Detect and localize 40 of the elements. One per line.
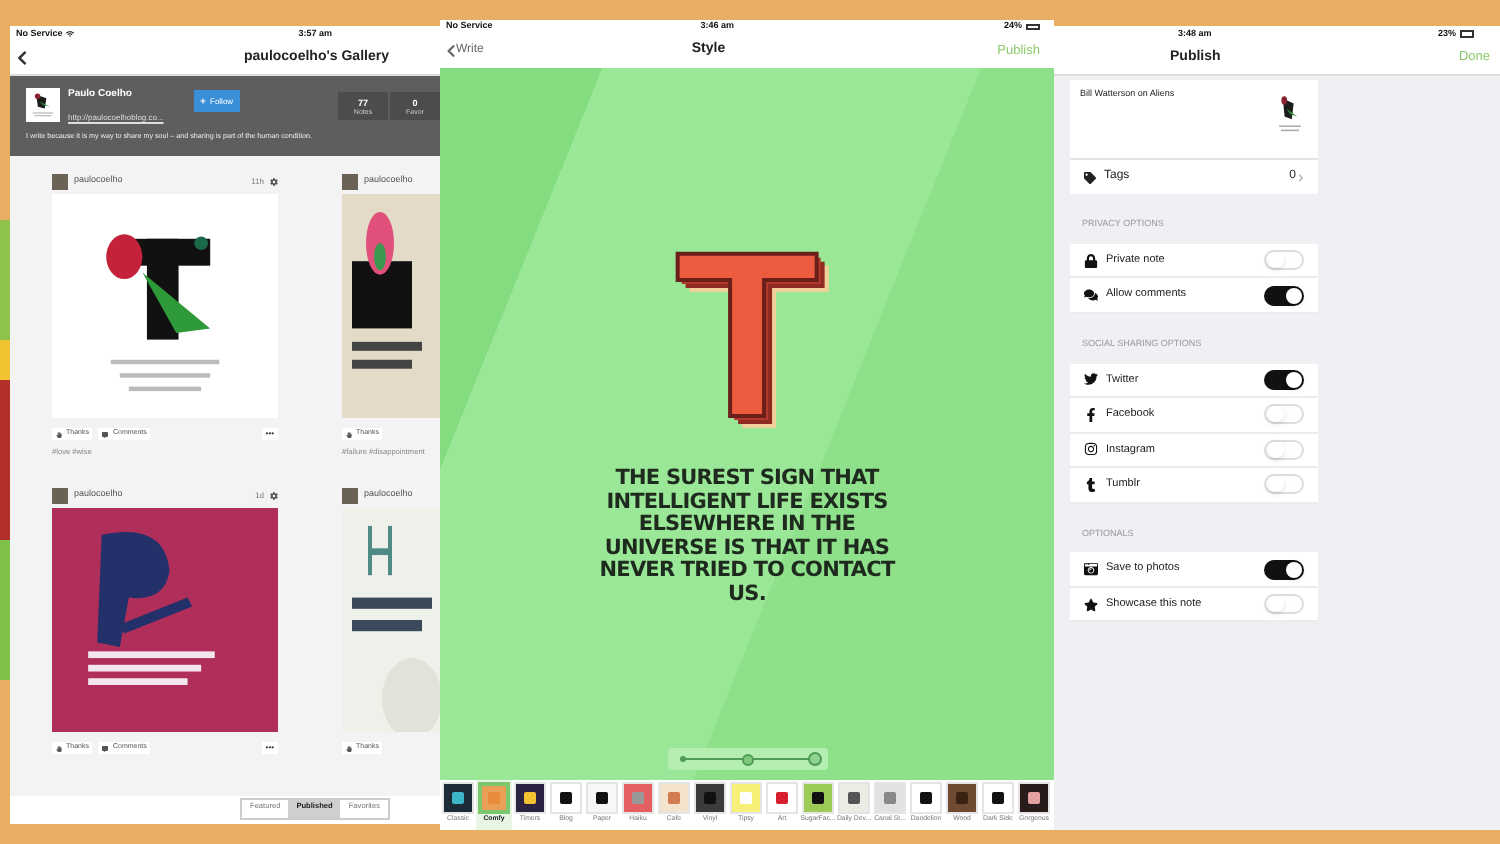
chevron-icon <box>446 44 456 58</box>
toggle-switch[interactable] <box>1264 250 1304 270</box>
avatar <box>342 173 358 189</box>
lock-icon <box>1084 253 1098 267</box>
avatar <box>52 487 68 503</box>
avatar <box>342 487 358 503</box>
hand-icon <box>346 745 352 751</box>
toggle-switch[interactable] <box>1264 474 1304 495</box>
camera-icon <box>1084 562 1098 576</box>
gear-icon[interactable] <box>270 177 278 185</box>
wifi-icon <box>66 30 75 38</box>
battery-icon <box>1460 30 1474 38</box>
toggle-switch[interactable] <box>1264 285 1304 305</box>
chevron-icon <box>1298 173 1304 181</box>
speech-bubble-icon <box>102 745 109 751</box>
gear-icon[interactable] <box>270 491 278 499</box>
tag-icon <box>1084 171 1096 183</box>
t-letter-icon <box>1084 477 1098 492</box>
toggle-switch[interactable] <box>1264 594 1304 614</box>
toggle-switch[interactable] <box>1264 559 1304 579</box>
avatar <box>52 173 68 189</box>
plus-icon <box>200 98 206 104</box>
back-icon[interactable] <box>16 50 28 66</box>
bird-icon <box>1084 372 1098 387</box>
f-letter-icon <box>1084 407 1098 422</box>
slider-thumb[interactable] <box>808 752 822 766</box>
star-icon <box>1084 597 1098 611</box>
size-slider[interactable] <box>667 748 827 770</box>
toggle-switch[interactable] <box>1264 439 1304 460</box>
speech-bubble-icon <box>102 431 109 437</box>
initial-letter: T <box>674 236 820 436</box>
hand-icon <box>56 431 62 437</box>
camera-icon <box>1084 442 1098 457</box>
toggle-switch[interactable] <box>1264 369 1304 390</box>
hand-icon <box>56 745 62 751</box>
battery-icon <box>1026 23 1040 31</box>
quote-text: THE SUREST SIGN THAT INTELLIGENT LIFE EXISTS ELSEWHERE IN THE UNIVERSE IS THAT IT HAS NEVER TRIED TO CONTACT US. <box>597 468 897 606</box>
hand-icon <box>346 431 352 437</box>
speech-bubbles-icon <box>1084 288 1098 302</box>
toggle-switch[interactable] <box>1264 404 1304 425</box>
